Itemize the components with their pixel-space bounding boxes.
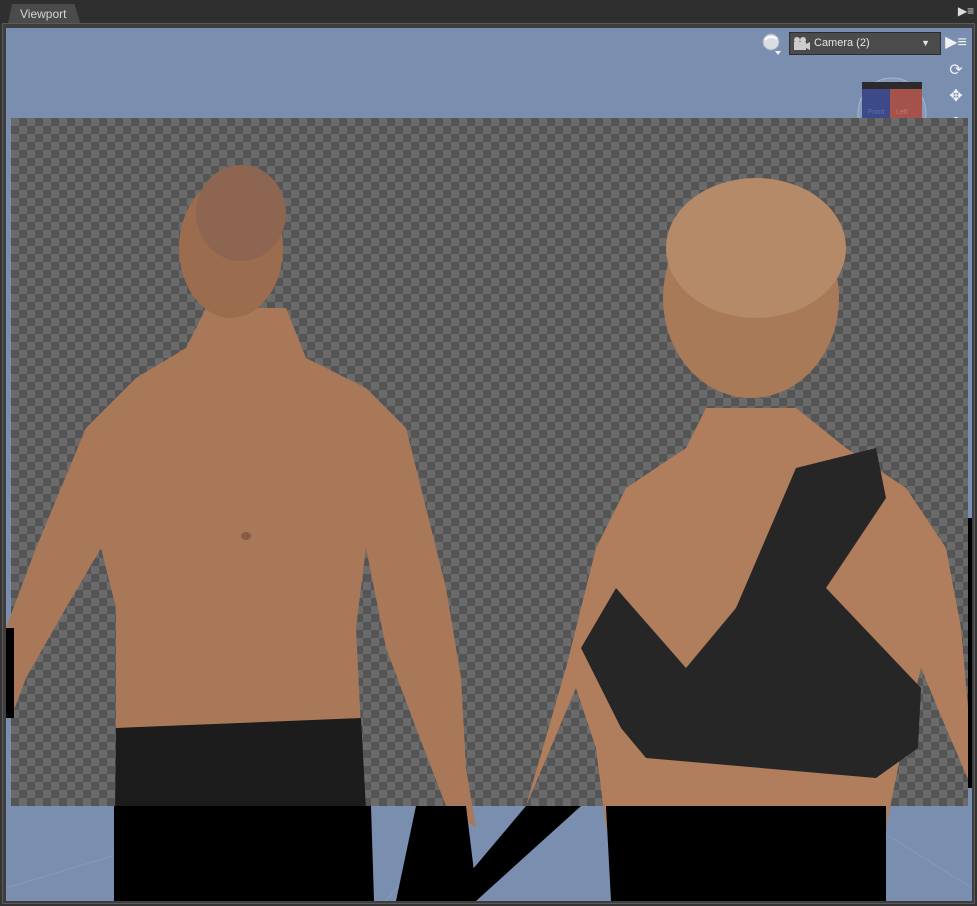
- scene-figures: [6, 165, 972, 901]
- tab-viewport[interactable]: Viewport: [8, 4, 80, 24]
- camera-icon: [794, 37, 810, 50]
- viewport[interactable]: Camera (2) ▼ ▶≡ ⟳ ✥ ● Front Left: [6, 28, 972, 901]
- view-cube-left: Left: [896, 109, 908, 116]
- view-cube[interactable]: Front Left: [856, 74, 928, 118]
- viewport-options-icon[interactable]: ▶≡: [944, 32, 968, 54]
- female-figure: [446, 178, 972, 901]
- draw-style-icon[interactable]: [761, 32, 785, 56]
- dolly-icon[interactable]: ●: [944, 110, 968, 118]
- panel-tab-bar: Viewport ▶≡: [0, 0, 977, 24]
- view-cube-front: Front: [868, 109, 884, 116]
- panel-menu-icon[interactable]: ▶≡: [957, 2, 975, 20]
- chevron-down-icon: ▼: [921, 38, 930, 48]
- camera-select[interactable]: Camera (2) ▼: [789, 32, 941, 55]
- orbit-icon[interactable]: ⟳: [944, 60, 968, 82]
- male-figure: [6, 165, 476, 901]
- camera-select-value: Camera (2): [814, 37, 870, 49]
- pan-icon[interactable]: ✥: [944, 86, 968, 108]
